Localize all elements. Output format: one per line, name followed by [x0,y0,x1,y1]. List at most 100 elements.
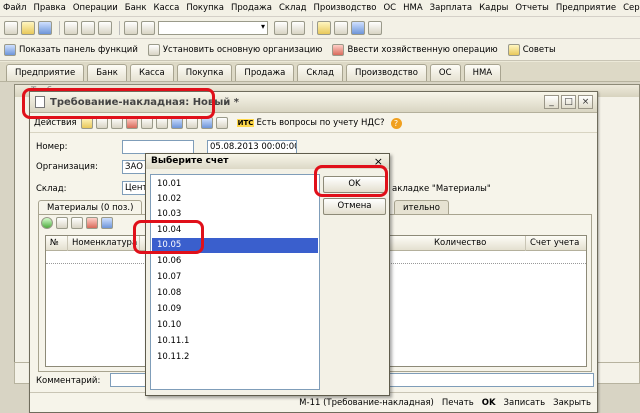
minimize-icon[interactable]: _ [544,95,559,109]
paste-icon[interactable] [98,20,112,35]
menu-cash[interactable]: Касса [154,3,180,13]
add-row-icon[interactable] [41,217,53,229]
list-icon[interactable] [215,117,228,129]
list-item-selected[interactable]: 10.05 [152,238,318,253]
close-icon[interactable]: × [578,95,593,109]
menu-warehouse[interactable]: Склад [279,3,307,13]
panel-icon [4,43,16,56]
section-tab[interactable]: ОС [429,64,461,81]
search-combo[interactable] [158,20,268,35]
tips-button[interactable]: Советы [507,43,556,56]
list-item[interactable]: 10.01 [152,177,318,192]
new-document-icon[interactable] [4,20,18,35]
date-field[interactable]: 05.08.2013 00:00:00 [207,140,297,154]
add-icon[interactable] [80,117,93,129]
save-icon[interactable] [38,20,52,35]
toolbar-separator [119,20,120,35]
number-field[interactable] [122,140,194,154]
menu-file[interactable]: Файл [3,3,26,13]
materials-hint-text: акладке "Материалы" [392,184,491,194]
open-folder-icon[interactable] [21,20,35,35]
menu-operations[interactable]: Операции [73,3,118,13]
nds-question-link[interactable]: ИТС Есть вопросы по учету НДС? [236,118,385,128]
dialog-ok-button[interactable]: OK [323,176,386,193]
column-header-nomenclature[interactable]: Номенклатура [68,236,140,251]
list-item[interactable]: 10.04 [152,223,318,238]
edit-row-icon[interactable] [71,217,83,229]
delete-row-icon[interactable] [86,217,98,229]
functions-toolbar: Показать панель функций Установить основ… [0,39,640,61]
tab-additional[interactable]: ительно [394,200,449,215]
copy-icon[interactable] [95,117,108,129]
section-tab[interactable]: НМА [463,64,502,81]
print-button[interactable]: Печать [442,398,474,408]
dtkt-icon[interactable] [170,117,183,129]
list-item[interactable]: 10.09 [152,302,318,317]
find-icon[interactable] [274,20,288,35]
menu-intangibles[interactable]: НМА [403,3,423,13]
menu-enterprise[interactable]: Предприятие [556,3,616,13]
main-menu-bar: Файл Правка Операции Банк Касса Покупка … [0,0,640,17]
menu-production[interactable]: Производство [314,3,377,13]
number-label: Номер: [36,142,68,152]
section-tab[interactable]: Касса [129,64,174,81]
help-icon[interactable] [351,20,365,35]
set-org-button[interactable]: Установить основную организацию [147,43,322,56]
close-button[interactable]: Закрыть [553,398,591,408]
document-icon [35,96,45,108]
section-tab[interactable]: Предприятие [6,64,85,81]
edit-icon[interactable] [110,117,123,129]
calculator-icon[interactable] [317,20,331,35]
list-item[interactable]: 10.11.2 [152,350,318,365]
tab-materials[interactable]: Материалы (0 поз.) [38,200,143,215]
close-icon[interactable]: × [374,154,383,169]
section-tab[interactable]: Производство [345,64,427,81]
maximize-icon[interactable]: □ [561,95,576,109]
post-icon[interactable] [155,117,168,129]
enter-operation-button[interactable]: Ввести хозяйственную операцию [332,43,498,56]
filter-icon[interactable] [200,117,213,129]
menu-salary[interactable]: Зарплата [430,3,472,13]
menu-hr[interactable]: Кадры [479,3,508,13]
account-list[interactable]: 10.01 10.02 10.03 10.04 10.05 10.06 10.0… [150,174,320,390]
column-header-number[interactable]: № [46,236,68,251]
list-item[interactable]: 10.10 [152,318,318,333]
section-tab[interactable]: Банк [87,64,127,81]
section-tab[interactable]: Покупка [176,64,233,81]
find-next-icon[interactable] [291,20,305,35]
list-item[interactable]: 10.08 [152,286,318,301]
list-item[interactable]: 10.06 [152,254,318,269]
save-button[interactable]: Записать [504,398,546,408]
menu-service[interactable]: Сервис [623,3,640,13]
selection-icon[interactable] [101,217,113,229]
delete-icon[interactable] [125,117,138,129]
section-tab[interactable]: Продажа [235,64,295,81]
section-tab[interactable]: Склад [297,64,343,81]
dialog-cancel-button[interactable]: Отмена [323,198,386,215]
menu-reports[interactable]: Отчеты [515,3,549,13]
menu-edit[interactable]: Правка [33,3,65,13]
copy-icon[interactable] [81,20,95,35]
cut-icon[interactable] [64,20,78,35]
structure-icon[interactable] [185,117,198,129]
menu-fixed-assets[interactable]: ОС [383,3,396,13]
column-header-account[interactable]: Счет учета [526,236,586,251]
undo-icon[interactable] [124,20,138,35]
list-item[interactable]: 10.02 [152,192,318,207]
column-header-quantity[interactable]: Количество [430,236,526,251]
list-item[interactable]: 10.03 [152,207,318,222]
settings-icon[interactable] [368,20,382,35]
redo-icon[interactable] [141,20,155,35]
show-panel-button[interactable]: Показать панель функций [4,43,138,56]
calendar-icon[interactable] [334,20,348,35]
actions-menu[interactable]: Действия [34,118,77,128]
list-item[interactable]: 10.07 [152,270,318,285]
menu-bank[interactable]: Банк [125,3,147,13]
menu-purchase[interactable]: Покупка [186,3,224,13]
copy-row-icon[interactable] [56,217,68,229]
ok-button[interactable]: OK [482,398,496,408]
refresh-icon[interactable] [140,117,153,129]
help-question-icon[interactable]: ? [390,117,402,129]
menu-sales[interactable]: Продажа [231,3,272,13]
list-item[interactable]: 10.11.1 [152,334,318,349]
